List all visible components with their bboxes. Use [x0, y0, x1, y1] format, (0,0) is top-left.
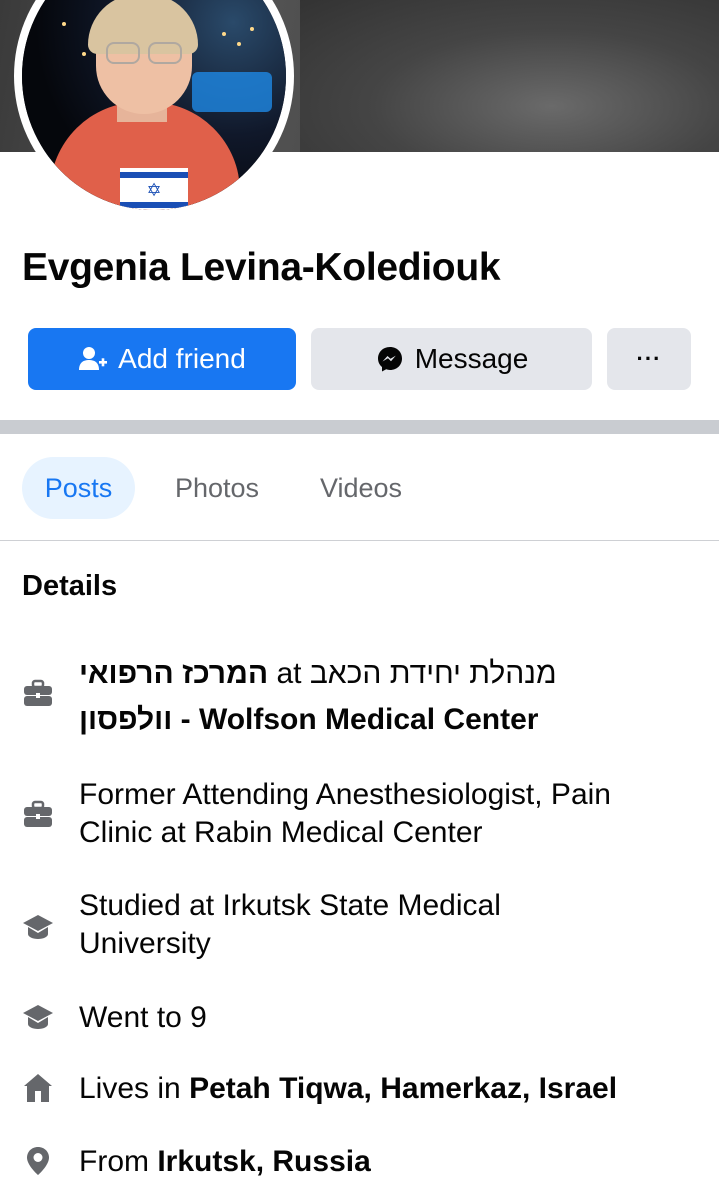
- tab-videos[interactable]: Videos: [296, 457, 426, 519]
- tab-posts[interactable]: Posts: [22, 457, 135, 519]
- hospital-name-hebrew: המרכז הרפואי: [79, 657, 269, 690]
- detail-hometown-text: From Irkutsk, Russia: [79, 1143, 371, 1181]
- job-title-hebrew: מנהלת יחידת הכאב: [309, 657, 557, 690]
- detail-school-text: Went to 9: [79, 1001, 207, 1034]
- detail-item-current-city: Lives in Petah Tiqwa, Hamerkaz, Israel: [22, 1070, 702, 1110]
- detail-item-work-rabin: Former Attending Anesthesiologist, Pain …: [22, 776, 702, 856]
- avatar-light: [237, 42, 241, 46]
- detail-education-line1: Studied at Irkutsk State Medical: [79, 889, 501, 922]
- from-prefix: From: [79, 1145, 149, 1178]
- cover-photo-detail: [300, 0, 719, 152]
- avatar-light: [250, 27, 254, 31]
- detail-current-city-text: Lives in Petah Tiqwa, Hamerkaz, Israel: [79, 1070, 617, 1108]
- avatar[interactable]: ✡: [22, 0, 286, 210]
- tab-posts-label: Posts: [44, 472, 113, 503]
- avatar-glasses-left: [106, 42, 140, 64]
- message-button[interactable]: Message: [311, 328, 592, 390]
- location-pin-icon: [22, 1145, 54, 1177]
- detail-education-line2: University: [79, 927, 211, 960]
- avatar-light: [82, 52, 86, 56]
- detail-rabin-line2: Clinic at Rabin Medical Center: [79, 816, 483, 849]
- avatar-light: [62, 22, 66, 26]
- detail-work-line2[interactable]: וולפסון - Wolfson Medical Center: [79, 701, 538, 739]
- tabs-divider: [0, 540, 719, 541]
- profile-name: Evgenia Levina-Kolediouk: [22, 246, 501, 289]
- add-friend-icon: [78, 344, 108, 374]
- detail-item-hometown: From Irkutsk, Russia: [22, 1143, 702, 1183]
- home-icon: [22, 1072, 54, 1104]
- work-at: at: [276, 657, 302, 690]
- details-heading: Details: [22, 570, 118, 602]
- briefcase-icon: [22, 798, 54, 830]
- tab-photos[interactable]: Photos: [152, 457, 282, 519]
- add-friend-label: Add friend: [118, 343, 246, 374]
- avatar-light: [222, 32, 226, 36]
- tab-photos-label: Photos: [174, 472, 260, 503]
- israel-flag-icon: ✡: [120, 168, 188, 210]
- tab-videos-label: Videos: [319, 472, 403, 503]
- detail-item-work-wolfson: המרכז הרפואי at מנהלת יחידת הכאב וולפסון…: [22, 655, 702, 736]
- lives-in-prefix: Lives in: [79, 1072, 181, 1105]
- avatar-glasses-right: [148, 42, 182, 64]
- detail-work-line1: המרכז הרפואי at מנהלת יחידת הכאב: [79, 655, 557, 693]
- more-dots-icon: ···: [636, 346, 662, 371]
- detail-rabin-line1: Former Attending Anesthesiologist, Pain: [79, 778, 611, 811]
- section-divider: [0, 420, 719, 434]
- add-friend-button[interactable]: Add friend: [28, 328, 296, 390]
- more-options-button[interactable]: ···: [607, 328, 691, 390]
- avatar-hair: [88, 0, 198, 54]
- graduation-cap-icon: [22, 1001, 54, 1033]
- hometown-link[interactable]: Irkutsk, Russia: [157, 1145, 370, 1178]
- message-label: Message: [414, 343, 529, 374]
- graduation-cap-icon: [22, 911, 54, 943]
- detail-item-education-university: Studied at Irkutsk State Medical Univers…: [22, 887, 702, 967]
- detail-item-education-school: Went to 9: [22, 999, 702, 1039]
- current-city-link[interactable]: Petah Tiqwa, Hamerkaz, Israel: [189, 1072, 617, 1105]
- briefcase-icon: [22, 677, 54, 709]
- avatar-pool: [192, 72, 272, 112]
- messenger-icon: [375, 344, 405, 374]
